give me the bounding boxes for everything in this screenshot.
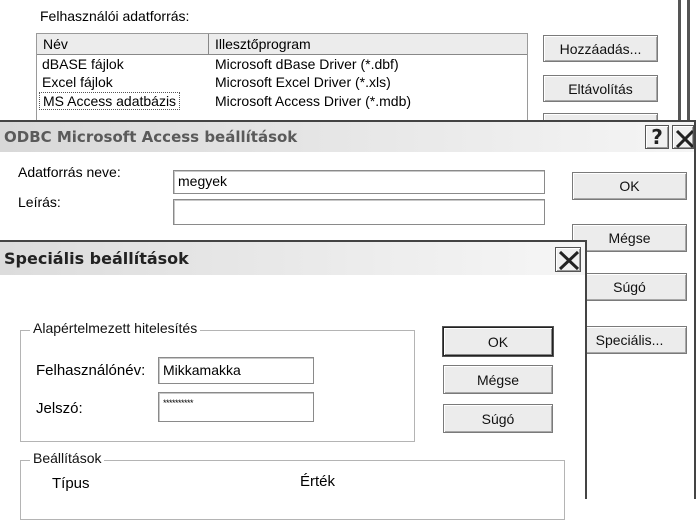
- list-item-driver: Microsoft dBase Driver (*.dbf): [215, 56, 399, 72]
- datasource-name-label: Adatforrás neve:: [18, 164, 121, 180]
- list-header-name[interactable]: Név: [37, 34, 209, 55]
- list-item-name: Excel fájlok: [42, 74, 113, 90]
- description-label: Leírás:: [18, 194, 61, 210]
- options-group: [20, 460, 565, 520]
- window-border-right-inner: [687, 0, 690, 135]
- help-icon[interactable]: ?: [645, 125, 669, 149]
- datasource-name-value: megyek: [178, 173, 228, 189]
- advanced-help-button[interactable]: Súgó: [443, 404, 553, 433]
- add-button[interactable]: Hozzáadás...: [543, 35, 658, 62]
- auth-group: [20, 330, 415, 442]
- advanced-cancel-button[interactable]: Mégse: [443, 365, 553, 394]
- access-ok-button[interactable]: OK: [572, 172, 687, 200]
- advanced-dialog-titlebar[interactable]: Speciális beállítások: [0, 242, 585, 275]
- list-item-name: MS Access adatbázis: [39, 92, 181, 110]
- list-item-selected[interactable]: MS Access adatbázis Microsoft Access Dri…: [37, 92, 527, 111]
- close-icon[interactable]: [672, 125, 694, 149]
- list-header-driver-label: Illesztőprogram: [215, 36, 311, 52]
- list-item-driver: Microsoft Excel Driver (*.xls): [215, 74, 391, 90]
- password-value: **********: [163, 398, 194, 408]
- access-help-button[interactable]: Súgó: [572, 273, 687, 301]
- list-item-driver: Microsoft Access Driver (*.mdb): [215, 93, 412, 109]
- bg-window: Felhasználói adatforrás: Név Illesztőpro…: [0, 0, 696, 135]
- username-field[interactable]: Mikkamakka: [158, 357, 314, 384]
- access-dialog-title: ODBC Microsoft Access beállítások: [4, 128, 298, 146]
- username-label: Felhasználónév:: [36, 362, 146, 379]
- access-cancel-button[interactable]: Mégse: [572, 224, 687, 252]
- options-col-value: Érték: [300, 473, 336, 490]
- user-sources-label: Felhasználói adatforrás:: [40, 8, 190, 24]
- password-label: Jelszó:: [36, 400, 83, 417]
- advanced-button[interactable]: Speciális...: [572, 326, 687, 354]
- advanced-ok-button[interactable]: OK: [443, 327, 553, 356]
- remove-button[interactable]: Eltávolítás: [543, 75, 658, 102]
- description-field[interactable]: [173, 199, 545, 225]
- datasource-list[interactable]: Név Illesztőprogram dBASE fájlok Microso…: [36, 33, 528, 123]
- auth-group-label: Alapértelmezett hitelesítés: [30, 320, 201, 336]
- list-header-name-label: Név: [43, 36, 68, 52]
- access-dialog-titlebar[interactable]: ODBC Microsoft Access beállítások: [0, 122, 694, 152]
- options-group-label: Beállítások: [30, 450, 105, 466]
- password-field[interactable]: **********: [158, 392, 314, 422]
- username-value: Mikkamakka: [163, 362, 241, 378]
- close-icon[interactable]: [555, 247, 581, 272]
- list-item[interactable]: dBASE fájlok Microsoft dBase Driver (*.d…: [37, 56, 527, 74]
- window-border-right: [678, 0, 681, 135]
- list-item-name: dBASE fájlok: [42, 56, 124, 72]
- options-col-type: Típus: [52, 475, 90, 492]
- advanced-dialog: Speciális beállítások Alapértelmezett hi…: [0, 240, 587, 520]
- datasource-name-field[interactable]: megyek: [173, 170, 545, 194]
- list-header-driver[interactable]: Illesztőprogram: [209, 34, 527, 55]
- list-item[interactable]: Excel fájlok Microsoft Excel Driver (*.x…: [37, 74, 527, 92]
- advanced-dialog-title: Speciális beállítások: [4, 249, 189, 268]
